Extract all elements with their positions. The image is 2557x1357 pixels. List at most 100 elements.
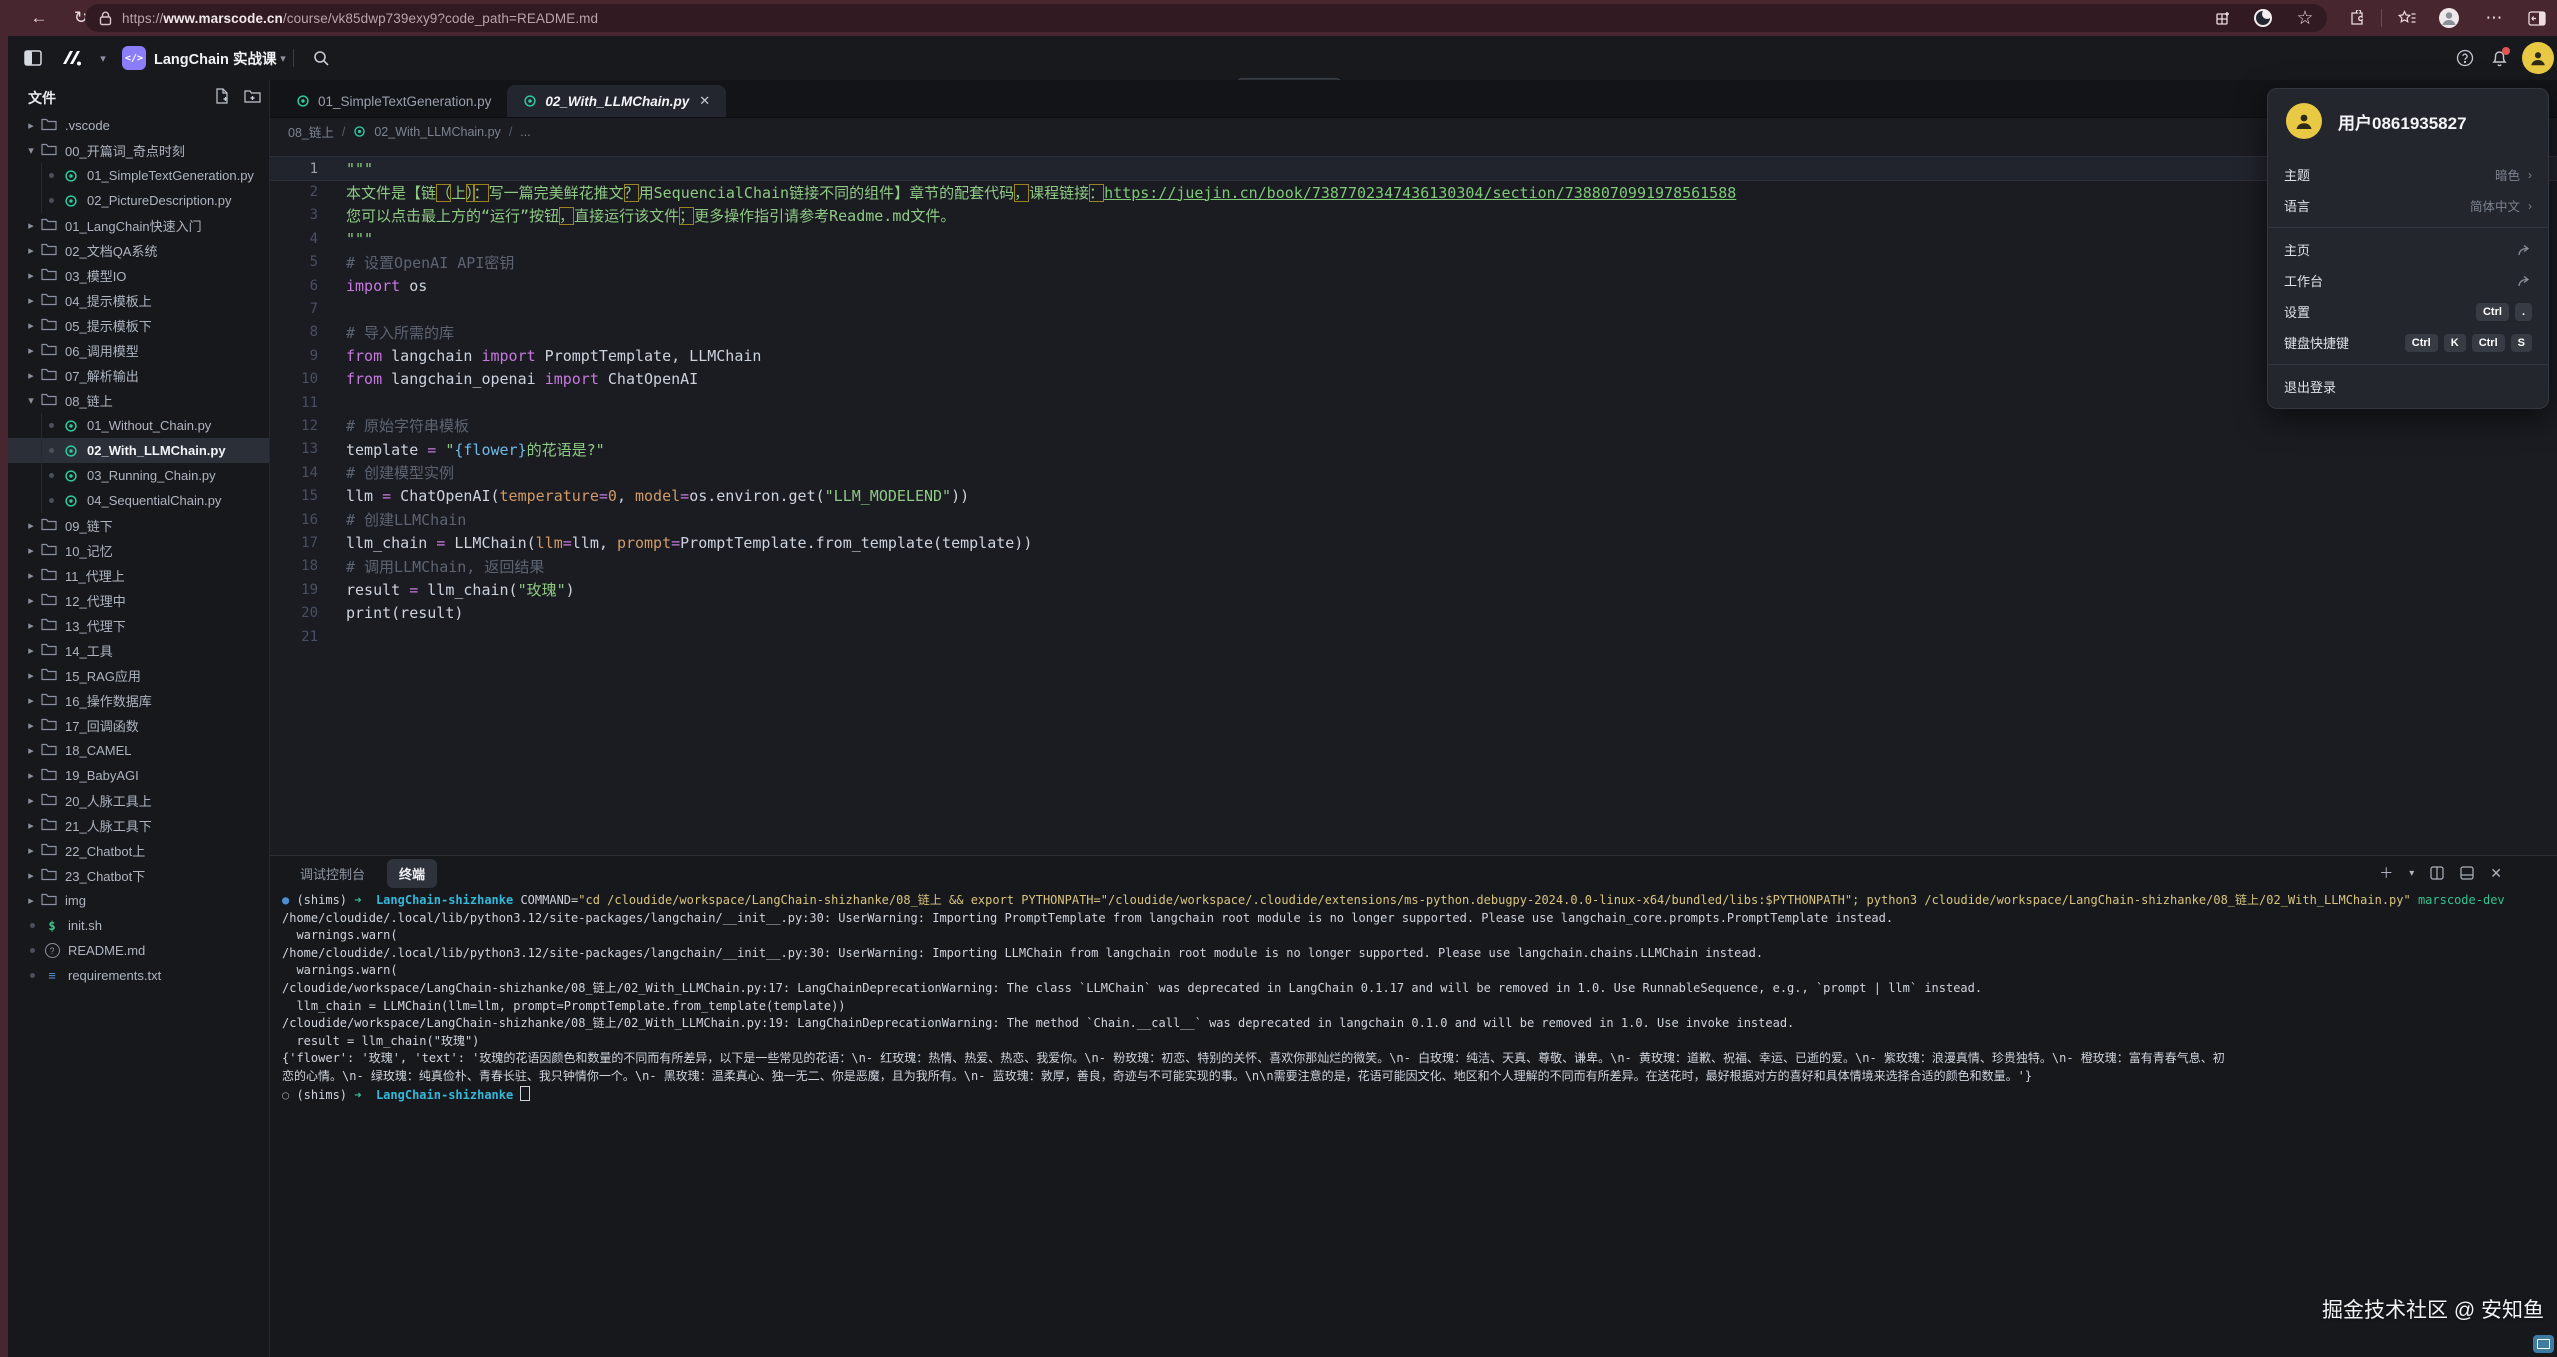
tab-terminal[interactable]: 终端 xyxy=(387,859,437,888)
file-row-09_链下[interactable]: ▸09_链下 xyxy=(8,513,269,538)
notifications-icon[interactable] xyxy=(2486,45,2512,71)
code-link[interactable]: https://juejin.cn/book/73877023474361303… xyxy=(1104,184,1736,202)
code-line-9[interactable]: 9from langchain import PromptTemplate, L… xyxy=(270,344,2557,367)
file-row-.vscode[interactable]: ▸.vscode xyxy=(8,113,269,138)
chevron-right-icon[interactable]: ▸ xyxy=(24,894,38,907)
split-terminal-icon[interactable] xyxy=(2430,866,2444,880)
file-row-07_解析输出[interactable]: ▸07_解析输出 xyxy=(8,363,269,388)
file-row-01_Without_Chain.py[interactable]: 01_Without_Chain.py xyxy=(8,413,269,438)
tab-actions-icon[interactable] xyxy=(2210,5,2236,31)
code-line-5[interactable]: 5# 设置OpenAI API密钥 xyxy=(270,251,2557,274)
file-row-02_With_LLMChain.py[interactable]: 02_With_LLMChain.py xyxy=(8,438,269,463)
back-icon[interactable]: ← xyxy=(26,5,52,31)
code-line-12[interactable]: 12# 原始字符串模板 xyxy=(270,414,2557,437)
close-panel-icon[interactable]: ✕ xyxy=(2490,865,2502,882)
code-line-16[interactable]: 16# 创建LLMChain xyxy=(270,508,2557,531)
browser-logo-icon[interactable] xyxy=(2250,5,2276,31)
chevron-right-icon[interactable]: ▸ xyxy=(24,244,38,257)
tab-01-simpletextgeneration[interactable]: 01_SimpleTextGeneration.py xyxy=(280,85,507,117)
extensions-icon[interactable] xyxy=(2344,5,2370,31)
code-line-20[interactable]: 20print(result) xyxy=(270,601,2557,624)
file-row-02_PictureDescription.py[interactable]: 02_PictureDescription.py xyxy=(8,188,269,213)
sidebar-panel-icon[interactable] xyxy=(2524,5,2550,31)
tab-02-with-llmchain[interactable]: 02_With_LLMChain.py ✕ xyxy=(507,85,726,117)
user-avatar[interactable] xyxy=(2522,42,2554,74)
file-row-03_Running_Chain.py[interactable]: 03_Running_Chain.py xyxy=(8,463,269,488)
code-line-17[interactable]: 17llm_chain = LLMChain(llm=llm, prompt=P… xyxy=(270,531,2557,554)
breadcrumb[interactable]: 08_链上 / 02_With_LLMChain.py / ... xyxy=(270,118,2557,145)
favorites-icon[interactable] xyxy=(2394,5,2420,31)
file-row-15_RAG应用[interactable]: ▸15_RAG应用 xyxy=(8,663,269,688)
breadcrumb-more[interactable]: ... xyxy=(520,125,530,139)
menu-item-主页[interactable]: 主页 xyxy=(2268,234,2548,265)
code-line-4[interactable]: 4""" xyxy=(270,227,2557,250)
file-row-18_CAMEL[interactable]: ▸18_CAMEL xyxy=(8,738,269,763)
file-row-03_模型IO[interactable]: ▸03_模型IO xyxy=(8,263,269,288)
code-line-1[interactable]: 1""" xyxy=(270,157,2557,180)
menu-item-语言[interactable]: 语言简体中文› xyxy=(2268,190,2548,221)
file-row-06_调用模型[interactable]: ▸06_调用模型 xyxy=(8,338,269,363)
file-row-21_人脉工具下[interactable]: ▸21_人脉工具下 xyxy=(8,813,269,838)
code-line-3[interactable]: 3您可以点击最上方的“运行”按钮，直接运行该文件；更多操作指引请参考Readme… xyxy=(270,204,2557,227)
code-line-14[interactable]: 14# 创建模型实例 xyxy=(270,461,2557,484)
code-line-7[interactable]: 7 xyxy=(270,297,2557,320)
chevron-right-icon[interactable]: ▸ xyxy=(24,519,38,532)
chevron-right-icon[interactable]: ▸ xyxy=(24,869,38,882)
code-editor[interactable]: 1"""2本文件是【链（上）：写一篇完美鲜花推文？用SequencialChai… xyxy=(270,145,2557,855)
file-row-12_代理中[interactable]: ▸12_代理中 xyxy=(8,588,269,613)
address-bar[interactable]: https://www.marscode.cn/course/vk85dwp73… xyxy=(85,4,2327,32)
chevron-right-icon[interactable]: ▸ xyxy=(24,619,38,632)
chevron-down-icon[interactable]: ▾ xyxy=(24,144,38,157)
chevron-right-icon[interactable]: ▸ xyxy=(24,344,38,357)
file-row-05_提示模板下[interactable]: ▸05_提示模板下 xyxy=(8,313,269,338)
chevron-right-icon[interactable]: ▸ xyxy=(24,644,38,657)
chevron-right-icon[interactable]: ▸ xyxy=(24,794,38,807)
chevron-right-icon[interactable]: ▸ xyxy=(24,269,38,282)
browser-profile-avatar[interactable] xyxy=(2436,5,2462,31)
file-row-08_链上[interactable]: ▾08_链上 xyxy=(8,388,269,413)
code-line-10[interactable]: 10from langchain_openai import ChatOpenA… xyxy=(270,368,2557,391)
breadcrumb-file[interactable]: 02_With_LLMChain.py xyxy=(374,125,500,139)
layout-toggle-icon[interactable] xyxy=(20,45,46,71)
file-row-01_LangChain快速入门[interactable]: ▸01_LangChain快速入门 xyxy=(8,213,269,238)
new-terminal-icon[interactable]: ＋ xyxy=(2379,863,2393,883)
terminal-output[interactable]: ● (shims) ➜ LangChain-shizhanke COMMAND=… xyxy=(282,892,2551,1357)
chevron-right-icon[interactable]: ▸ xyxy=(24,819,38,832)
file-row-init.sh[interactable]: $init.sh xyxy=(8,913,269,938)
file-row-02_文档QA系统[interactable]: ▸02_文档QA系统 xyxy=(8,238,269,263)
maximize-panel-icon[interactable] xyxy=(2460,866,2474,880)
new-folder-icon[interactable] xyxy=(244,88,261,104)
chevron-right-icon[interactable]: ▸ xyxy=(24,119,38,132)
new-file-icon[interactable] xyxy=(214,88,230,104)
chevron-right-icon[interactable]: ▸ xyxy=(24,719,38,732)
menu-item-退出登录[interactable]: 退出登录 xyxy=(2268,371,2548,402)
file-row-10_记忆[interactable]: ▸10_记忆 xyxy=(8,538,269,563)
code-line-15[interactable]: 15llm = ChatOpenAI(temperature=0, model=… xyxy=(270,484,2557,507)
corner-widget-icon[interactable] xyxy=(2533,1335,2554,1353)
file-row-13_代理下[interactable]: ▸13_代理下 xyxy=(8,613,269,638)
file-row-20_人脉工具上[interactable]: ▸20_人脉工具上 xyxy=(8,788,269,813)
chevron-right-icon[interactable]: ▸ xyxy=(24,319,38,332)
code-line-2[interactable]: 2本文件是【链（上）：写一篇完美鲜花推文？用SequencialChain链接不… xyxy=(270,180,2557,203)
chevron-right-icon[interactable]: ▸ xyxy=(24,844,38,857)
file-row-19_BabyAGI[interactable]: ▸19_BabyAGI xyxy=(8,763,269,788)
chevron-right-icon[interactable]: ▸ xyxy=(24,669,38,682)
breadcrumb-folder[interactable]: 08_链上 xyxy=(288,122,334,141)
menu-item-主题[interactable]: 主题暗色› xyxy=(2268,159,2548,190)
chevron-right-icon[interactable]: ▸ xyxy=(24,544,38,557)
tab-debug-console[interactable]: 调试控制台 xyxy=(288,859,377,888)
file-row-01_SimpleTextGeneration.py[interactable]: 01_SimpleTextGeneration.py xyxy=(8,163,269,188)
chevron-down-icon[interactable]: ▾ xyxy=(24,394,38,407)
file-row-00_开篇词_奇点时刻[interactable]: ▾00_开篇词_奇点时刻 xyxy=(8,138,269,163)
file-row-img[interactable]: ▸img xyxy=(8,888,269,913)
search-icon[interactable] xyxy=(308,45,334,71)
file-row-requirements.txt[interactable]: ≡requirements.txt xyxy=(8,963,269,988)
code-line-21[interactable]: 21 xyxy=(270,625,2557,648)
file-row-14_工具[interactable]: ▸14_工具 xyxy=(8,638,269,663)
file-row-04_提示模板上[interactable]: ▸04_提示模板上 xyxy=(8,288,269,313)
chevron-right-icon[interactable]: ▸ xyxy=(24,744,38,757)
chevron-right-icon[interactable]: ▸ xyxy=(24,294,38,307)
code-line-8[interactable]: 8# 导入所需的库 xyxy=(270,321,2557,344)
workspace-chevron-icon[interactable]: ▾ xyxy=(90,45,116,71)
code-line-18[interactable]: 18# 调用LLMChain, 返回结果 xyxy=(270,555,2557,578)
